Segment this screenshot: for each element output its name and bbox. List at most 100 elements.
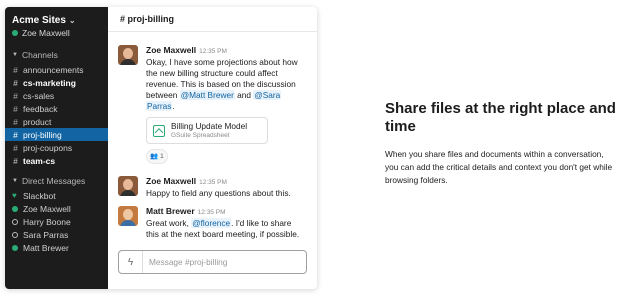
user-mention[interactable]: @Sara	[253, 90, 282, 100]
sidebar: Acme Sites ⌄ Zoe Maxwell ▼ Channels # ann…	[5, 7, 108, 289]
dm-label: Sara Parras	[23, 229, 69, 240]
sidebar-dm-harry-boone[interactable]: Harry Boone	[5, 215, 108, 228]
dm-label: Matt Brewer	[23, 242, 69, 253]
chevron-down-icon: ⌄	[68, 16, 76, 25]
message-time[interactable]: 12:35 PM	[198, 209, 226, 216]
message: Zoe Maxwell 12:35 PM Happy to field any q…	[118, 176, 307, 199]
sidebar-channel-team-cs[interactable]: # team-cs	[5, 154, 108, 167]
message-text: .	[172, 101, 175, 111]
message-text-line: the new billing structure could affect	[146, 68, 278, 78]
sidebar-dm-sara-parras[interactable]: Sara Parras	[5, 228, 108, 241]
current-user-name: Zoe Maxwell	[22, 28, 70, 38]
dm-list: ♥ Slackbot Zoe Maxwell Harry Boone Sara Parr…	[5, 189, 108, 254]
message-body: Zoe Maxwell 12:35 PM Happy to field any q…	[146, 176, 307, 199]
dm-section-toggle[interactable]: ▼ Direct Messages	[5, 176, 108, 189]
dm-heading: Direct Messages	[21, 176, 86, 186]
message-time[interactable]: 12:35 PM	[199, 48, 227, 55]
away-status-icon	[12, 231, 18, 238]
channel-title: # proj-billing	[120, 14, 174, 24]
hash-icon: #	[13, 64, 18, 75]
channel-label: team-cs	[23, 155, 56, 166]
message-author[interactable]: Zoe Maxwell	[146, 176, 196, 186]
hash-icon: #	[13, 90, 18, 101]
attachment-subtitle: GSuite Spreadsheet	[171, 132, 230, 139]
sidebar-channel-product[interactable]: # product	[5, 115, 108, 128]
heart-icon: ♥	[12, 191, 17, 200]
online-status-icon	[12, 205, 18, 212]
sidebar-dm-slackbot[interactable]: ♥ Slackbot	[5, 189, 108, 202]
message-text-line: between @Matt Brewer and @Sara	[146, 90, 307, 101]
promo-body: When you share files and documents withi…	[385, 149, 613, 185]
shortcuts-lightning-icon[interactable]: ϟ	[119, 251, 143, 273]
avatar[interactable]	[118, 45, 138, 65]
attachment-title: Billing Update Model	[171, 121, 248, 131]
hash-icon: #	[13, 129, 18, 140]
user-mention[interactable]: @florence	[191, 218, 232, 228]
sidebar-dm-matt-brewer[interactable]: Matt Brewer	[5, 241, 108, 254]
slack-app-window: Acme Sites ⌄ Zoe Maxwell ▼ Channels # ann…	[5, 7, 317, 289]
channel-label: cs-sales	[23, 90, 55, 101]
away-status-icon	[12, 218, 18, 225]
workspace-switcher[interactable]: Acme Sites ⌄	[5, 15, 108, 26]
channel-label: announcements	[23, 64, 84, 75]
message-author[interactable]: Zoe Maxwell	[146, 45, 196, 55]
message-text-line: revenue. This is based on the discussion	[146, 79, 296, 89]
message-body: Matt Brewer 12:35 PM Great work, @florenc…	[146, 206, 307, 240]
reaction-emoji-icon: 👥	[150, 153, 159, 160]
sidebar-channel-proj-billing[interactable]: # proj-billing	[5, 128, 108, 141]
avatar[interactable]	[118, 176, 138, 196]
sidebar-channel-announcements[interactable]: # announcements	[5, 63, 108, 76]
reaction-count: 1	[160, 153, 164, 160]
hash-icon: #	[13, 155, 18, 166]
dm-label: Slackbot	[23, 190, 56, 201]
feature-promo: Share files at the right place and time …	[385, 100, 617, 187]
channel-list: # announcements # cs-marketing # cs-sales # fee…	[5, 63, 108, 167]
sidebar-channel-cs-sales[interactable]: # cs-sales	[5, 89, 108, 102]
channel-label: proj-billing	[23, 129, 62, 140]
channel-label: feedback	[23, 103, 58, 114]
sidebar-dm-zoe-maxwell[interactable]: Zoe Maxwell	[5, 202, 108, 215]
reaction-pill[interactable]: 👥 1	[146, 149, 168, 164]
message: Matt Brewer 12:35 PM Great work, @florenc…	[118, 206, 307, 240]
channels-section-toggle[interactable]: ▼ Channels	[5, 50, 108, 63]
message: Zoe Maxwell 12:35 PM Okay, I have some pr…	[118, 45, 307, 164]
sidebar-channel-proj-coupons[interactable]: # proj-coupons	[5, 141, 108, 154]
current-user[interactable]: Zoe Maxwell	[5, 26, 108, 38]
message-text: Great work,	[146, 218, 189, 228]
message-text-line: this at the next board meeting, if possi…	[146, 229, 300, 239]
google-sheets-icon	[153, 124, 165, 137]
avatar[interactable]	[118, 206, 138, 226]
sidebar-channel-feedback[interactable]: # feedback	[5, 102, 108, 115]
message-text: . I'd like to share	[231, 218, 292, 228]
hash-icon: #	[13, 103, 18, 114]
file-attachment[interactable]: Billing Update Model GSuite Spreadsheet	[146, 117, 268, 144]
sidebar-channel-cs-marketing[interactable]: # cs-marketing	[5, 76, 108, 89]
hash-icon: #	[13, 142, 18, 153]
message-body: Zoe Maxwell 12:35 PM Okay, I have some pr…	[146, 45, 307, 164]
message-time[interactable]: 12:35 PM	[199, 179, 227, 186]
caret-down-icon: ▼	[12, 178, 18, 184]
hash-icon: #	[13, 116, 18, 127]
message-input[interactable]	[143, 257, 306, 267]
channel-label: proj-coupons	[23, 142, 73, 153]
channel-header[interactable]: # proj-billing	[108, 7, 317, 32]
message-text-line: Happy to field any questions about this.	[146, 188, 291, 198]
message-text: between	[146, 90, 178, 100]
dm-label: Harry Boone	[23, 216, 71, 227]
message-pane: # proj-billing Zoe Maxwell 12:35 PM Okay,…	[108, 7, 317, 289]
message-author[interactable]: Matt Brewer	[146, 206, 195, 216]
channel-label: cs-marketing	[23, 77, 76, 88]
workspace-name: Acme Sites	[12, 15, 66, 26]
message-text: and	[237, 90, 251, 100]
promo-title: Share files at the right place and time	[385, 100, 616, 135]
message-composer[interactable]: ϟ	[118, 250, 307, 274]
message-text-line: Great work, @florence. I'd like to share	[146, 218, 307, 229]
online-status-icon	[12, 30, 18, 36]
caret-down-icon: ▼	[12, 52, 18, 58]
message-text-line: Okay, I have some projections about how	[146, 57, 298, 67]
user-mention[interactable]: @Matt Brewer	[179, 90, 235, 100]
online-status-icon	[12, 244, 18, 251]
message-text-line: Parras.	[146, 101, 307, 112]
user-mention[interactable]: Parras	[146, 101, 173, 111]
channel-label: product	[23, 116, 52, 127]
